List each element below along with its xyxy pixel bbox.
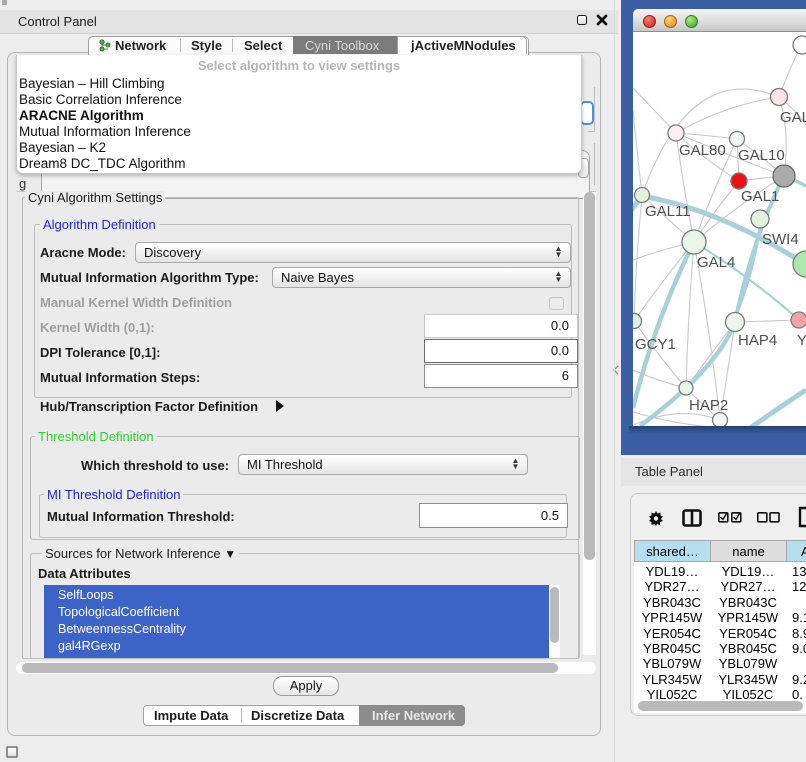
svg-text:GAL10: GAL10 (738, 147, 785, 164)
svg-text:SWI4: SWI4 (762, 231, 799, 248)
svg-text:GAL80: GAL80 (679, 142, 726, 159)
svg-text:HAP4: HAP4 (738, 332, 777, 349)
svg-text:GCY1: GCY1 (635, 336, 676, 353)
svg-text:GAL11: GAL11 (645, 203, 691, 220)
svg-text:GAL7: GAL7 (780, 109, 806, 126)
svg-text:Y: Y (797, 332, 806, 349)
svg-text:HAP2: HAP2 (689, 397, 728, 414)
svg-text:GAL4: GAL4 (697, 254, 735, 271)
svg-text:GAL1: GAL1 (741, 188, 779, 205)
